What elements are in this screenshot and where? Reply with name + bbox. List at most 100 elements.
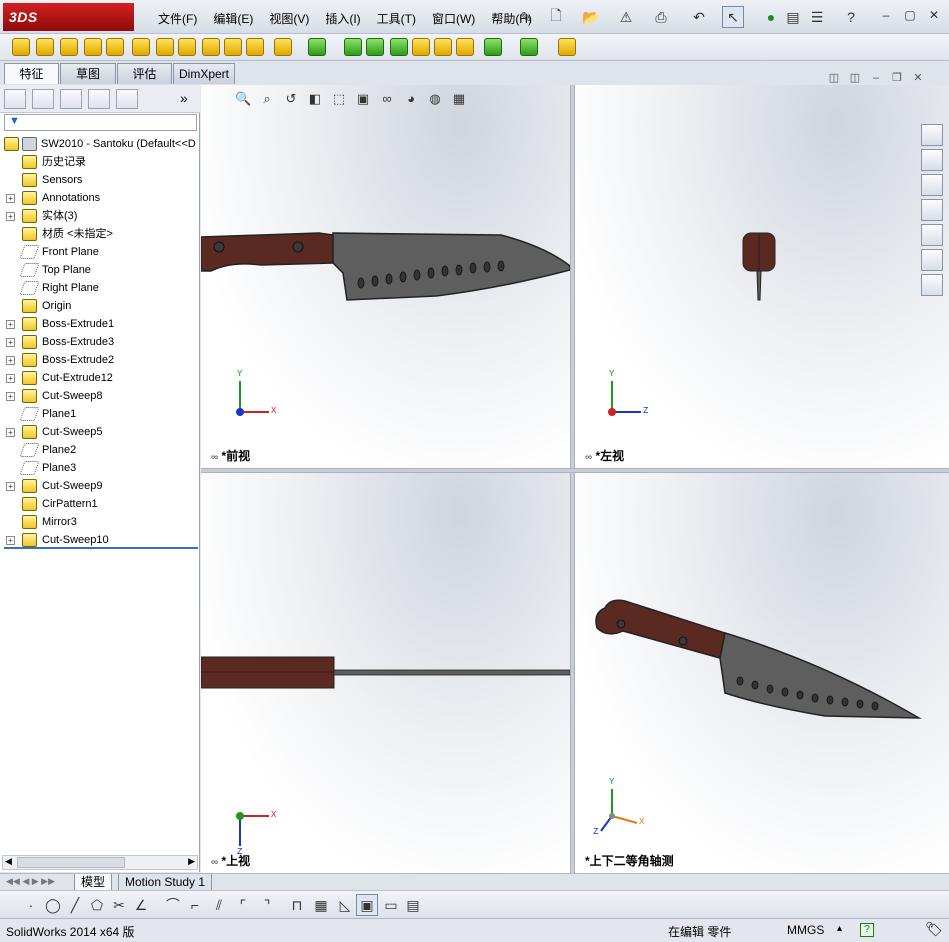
tab-sketch[interactable]: 草图 [60, 63, 116, 84]
grid-icon[interactable]: ▦ [310, 894, 332, 916]
tab-motion-study[interactable]: Motion Study 1 [118, 874, 213, 891]
scroll-right-icon[interactable]: ▶ [188, 856, 195, 867]
tab-scroll-arrows-icon[interactable]: ◀◀ ◀ ▶ ▶▶ [6, 876, 55, 887]
boundary-cut-icon[interactable] [246, 38, 264, 56]
tree-item[interactable]: + Boss-Extrude3 [0, 333, 200, 351]
viewport-vertical-splitter[interactable] [570, 85, 575, 873]
rebuild-icon[interactable]: ⚠ [615, 6, 637, 28]
expand-icon[interactable]: + [6, 392, 15, 401]
tree-item[interactable]: + Cut-Sweep9 [0, 477, 200, 495]
scroll-thumb[interactable] [17, 857, 125, 868]
expand-icon[interactable]: + [6, 356, 15, 365]
tree-item[interactable]: Front Plane [0, 243, 200, 261]
custom-properties-icon[interactable] [921, 274, 943, 296]
tree-filter-input[interactable]: ▼ [4, 114, 197, 131]
tree-item[interactable]: 历史记录 [0, 153, 200, 171]
close-icon[interactable]: ✕ [927, 8, 941, 22]
tree-item[interactable]: 材质 <未指定> [0, 225, 200, 243]
expand-icon[interactable]: + [6, 194, 15, 203]
expand-icon[interactable]: + [6, 320, 15, 329]
tree-item[interactable]: + Boss-Extrude2 [0, 351, 200, 369]
intersect-icon[interactable] [434, 38, 452, 56]
rollback-bar[interactable] [4, 547, 198, 549]
graphics-area[interactable]: Y X ∞ *前视 Y Z ∞ *左视 X Z ∞ *上视 Y X Z *上下二… [201, 85, 949, 873]
options-icon[interactable]: ☰ [806, 6, 828, 28]
link-views-icon[interactable]: ∞ [211, 857, 218, 868]
circle-icon[interactable]: ◯ [42, 894, 64, 916]
shell-icon[interactable] [390, 38, 408, 56]
file-explorer-icon[interactable] [921, 199, 943, 221]
restore-icon[interactable]: ▢ [903, 8, 917, 22]
menu-view[interactable]: 视图(V) [261, 10, 317, 28]
expand-icon[interactable]: + [6, 536, 15, 545]
fillet-sketch-icon[interactable]: ⌐ [184, 894, 206, 916]
viewport-top[interactable]: X Z ∞ *上视 [201, 473, 570, 873]
open-document-icon[interactable]: 📂 [580, 6, 602, 28]
display-manager-tab-icon[interactable] [116, 89, 138, 109]
view-orientation-icon[interactable]: ⬚ [331, 91, 347, 107]
expand-icon[interactable]: + [6, 482, 15, 491]
expand-icon[interactable]: + [6, 212, 15, 221]
viewport-horizontal-splitter[interactable] [201, 468, 949, 473]
home-icon[interactable] [921, 149, 943, 171]
tree-item[interactable]: Plane2 [0, 441, 200, 459]
section-view-icon[interactable]: ◧ [307, 91, 323, 107]
view-palette-icon[interactable] [921, 224, 943, 246]
file-properties-icon[interactable]: ▤ [782, 6, 804, 28]
wrap-icon[interactable] [412, 38, 430, 56]
tab-dimxpert[interactable]: DimXpert [173, 63, 235, 84]
link-views-icon[interactable]: ∞ [211, 452, 218, 463]
appearances-icon[interactable] [921, 249, 943, 271]
tree-root[interactable]: SW2010 - Santoku (Default<<D [0, 135, 200, 153]
fillet-icon[interactable] [274, 38, 292, 56]
tree-horizontal-scrollbar[interactable]: ◀ ▶ [2, 855, 198, 870]
viewport-isometric[interactable]: Y X Z *上下二等角轴测 [575, 473, 949, 873]
curves-icon[interactable] [520, 38, 538, 56]
tree-item[interactable]: + 实体(3) [0, 207, 200, 225]
property-manager-tab-icon[interactable] [32, 89, 54, 109]
lofted-boss-icon[interactable] [84, 38, 102, 56]
status-units-arrow-icon[interactable]: ▴ [837, 923, 842, 934]
help-icon[interactable]: ? [840, 6, 862, 28]
dimension-icon[interactable]: ⊓ [286, 894, 308, 916]
arc-icon[interactable]: ⌒ [162, 894, 184, 916]
swept-cut-icon[interactable] [202, 38, 220, 56]
offset-icon[interactable]: ⫽ [208, 894, 230, 916]
tree-item[interactable]: + Cut-Sweep8 [0, 387, 200, 405]
expand-icon[interactable]: + [6, 428, 15, 437]
display-style-icon[interactable]: ▣ [355, 91, 371, 107]
menu-file[interactable]: 文件(F) [150, 10, 205, 28]
tile-left-icon[interactable]: ◫ [828, 72, 840, 84]
viewport-minimize-icon[interactable]: – [870, 72, 882, 84]
tab-features[interactable]: 特征 [4, 63, 59, 84]
menu-window[interactable]: 窗口(W) [424, 10, 483, 28]
previous-view-icon[interactable]: ↺ [283, 91, 299, 107]
tree-item[interactable]: + Cut-Extrude12 [0, 369, 200, 387]
draft-icon[interactable] [366, 38, 384, 56]
swept-boss-icon[interactable] [60, 38, 78, 56]
tree-item[interactable]: + Annotations [0, 189, 200, 207]
traffic-light-icon[interactable]: ● [760, 6, 782, 28]
hide-show-items-icon[interactable]: ∞ [379, 91, 395, 107]
scroll-left-icon[interactable]: ◀ [5, 856, 12, 867]
menu-insert[interactable]: 插入(I) [317, 10, 368, 28]
rib-icon[interactable] [344, 38, 362, 56]
trim-icon[interactable]: ✂ [108, 894, 130, 916]
viewport-front[interactable]: Y X ∞ *前视 [201, 85, 570, 468]
menu-tools[interactable]: 工具(T) [369, 10, 424, 28]
tree-item[interactable]: Right Plane [0, 279, 200, 297]
sketch-point-icon[interactable]: · [20, 894, 42, 916]
print-icon[interactable]: ⎙ [650, 6, 672, 28]
tree-item[interactable]: CirPattern1 [0, 495, 200, 513]
edit-appearance-icon[interactable]: ◕ [403, 91, 419, 107]
tab-model[interactable]: 模型 [74, 874, 113, 891]
boundary-boss-icon[interactable] [106, 38, 124, 56]
tree-item[interactable]: Mirror3 [0, 513, 200, 531]
line-icon[interactable]: ╱ [64, 894, 86, 916]
hole-wizard-icon[interactable] [156, 38, 174, 56]
expand-icon[interactable]: + [6, 338, 15, 347]
feature-manager-tab-icon[interactable] [4, 89, 26, 109]
new-document-icon[interactable]: 🗋 [545, 6, 567, 28]
angle-icon[interactable]: ∠ [130, 894, 152, 916]
instant3d-icon[interactable] [558, 38, 576, 56]
